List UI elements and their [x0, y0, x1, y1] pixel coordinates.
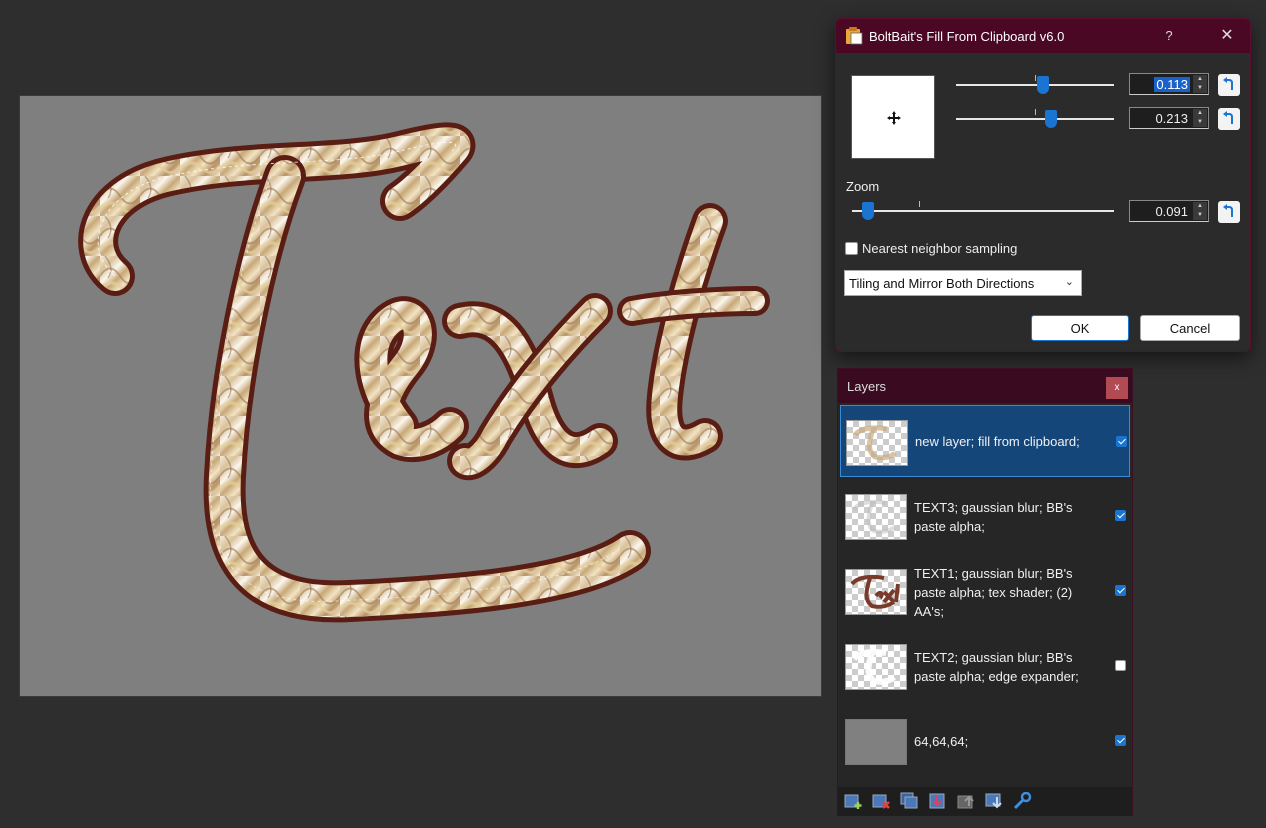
layers-title: Layers	[847, 379, 887, 394]
layers-close-button[interactable]: x	[1106, 377, 1128, 399]
layer-thumbnail	[846, 420, 908, 466]
offset-x-input[interactable]: 0.113 ▲ ▼	[1129, 73, 1209, 95]
cancel-button[interactable]: Cancel	[1140, 315, 1240, 341]
layers-title-bar[interactable]: Layers x	[838, 369, 1132, 403]
add-layer-icon[interactable]	[844, 792, 864, 810]
nearest-neighbor-label[interactable]: Nearest neighbor sampling	[862, 241, 1017, 256]
layer-name: 64,64,64;	[914, 734, 969, 749]
spin-down-icon[interactable]: ▼	[1193, 118, 1207, 127]
spin-down-icon[interactable]: ▼	[1193, 84, 1207, 93]
layers-panel: Layers x new layer; fill from clipboard;…	[837, 368, 1133, 816]
offset-x-value: 0.113	[1154, 77, 1190, 92]
reset-arrow-icon	[1223, 77, 1233, 90]
layer-name: new layer; fill from clipboard;	[915, 434, 1080, 449]
slider-center-tick	[1035, 75, 1036, 81]
zoom-label: Zoom	[846, 179, 880, 194]
nearest-neighbor-checkbox[interactable]	[845, 242, 858, 255]
offset-x-reset-button[interactable]	[1218, 74, 1240, 96]
offset-y-spinner[interactable]: ▲ ▼	[1193, 109, 1207, 127]
layer-visibility-checkbox[interactable]	[1115, 585, 1126, 596]
layer-row-new-layer[interactable]: new layer; fill from clipboard;	[840, 405, 1130, 477]
layer-row-text3[interactable]: TEXT3; gaussian blur; BB's paste alpha;	[840, 480, 1130, 552]
offset-x-slider[interactable]	[956, 75, 1114, 95]
ok-button[interactable]: OK	[1031, 315, 1129, 341]
layers-toolbar	[838, 787, 1132, 815]
zoom-reset-button[interactable]	[1218, 201, 1240, 223]
layer-thumbnail	[845, 569, 907, 615]
dialog-title: BoltBait's Fill From Clipboard v6.0	[869, 29, 1065, 44]
slider-thumb[interactable]	[1044, 110, 1057, 128]
spin-up-icon[interactable]: ▲	[1193, 202, 1207, 211]
slider-track	[852, 210, 1114, 212]
image-canvas[interactable]	[20, 96, 821, 696]
zoom-slider[interactable]	[852, 201, 1114, 221]
move-layer-down-icon[interactable]	[984, 792, 1004, 810]
layer-visibility-checkbox[interactable]	[1115, 735, 1126, 746]
layer-thumbnail	[845, 644, 907, 690]
zoom-value: 0.091	[1155, 204, 1188, 219]
fill-from-clipboard-dialog: BoltBait's Fill From Clipboard v6.0 ? ✕ …	[835, 18, 1251, 352]
offset-preview-box[interactable]	[851, 75, 935, 159]
chevron-down-icon: ⌄	[1064, 276, 1074, 288]
slider-center-tick	[1035, 109, 1036, 115]
layer-properties-icon[interactable]	[1012, 792, 1032, 810]
layer-row-text1[interactable]: TEXT1; gaussian blur; BB's paste alpha; …	[840, 555, 1130, 627]
clipboard-icon	[846, 27, 863, 45]
tiling-mode-selected: Tiling and Mirror Both Directions	[849, 276, 1035, 291]
spin-down-icon[interactable]: ▼	[1193, 211, 1207, 220]
dialog-close-button[interactable]: ✕	[1204, 19, 1250, 53]
offset-y-value: 0.213	[1155, 111, 1188, 126]
layer-visibility-checkbox[interactable]	[1115, 660, 1126, 671]
slider-thumb[interactable]	[1036, 76, 1049, 94]
layer-thumbnail	[845, 719, 907, 765]
spin-up-icon[interactable]: ▲	[1193, 75, 1207, 84]
layer-visibility-checkbox[interactable]	[1116, 436, 1127, 447]
help-button[interactable]: ?	[1154, 19, 1184, 53]
slider-track	[956, 118, 1114, 120]
move-layer-up-icon[interactable]	[956, 792, 976, 810]
offset-y-slider[interactable]	[956, 109, 1114, 129]
reset-arrow-icon	[1223, 204, 1233, 217]
spin-up-icon[interactable]: ▲	[1193, 109, 1207, 118]
dialog-title-bar[interactable]: BoltBait's Fill From Clipboard v6.0 ? ✕	[836, 19, 1250, 53]
layer-row-background[interactable]: 64,64,64;	[840, 705, 1130, 777]
layer-name: TEXT2; gaussian blur; BB's paste alpha; …	[914, 650, 1079, 684]
move-cross-icon	[887, 111, 901, 125]
layer-name: TEXT3; gaussian blur; BB's paste alpha;	[914, 500, 1073, 534]
merge-down-icon[interactable]	[928, 792, 948, 810]
reset-arrow-icon	[1223, 111, 1233, 124]
layer-thumbnail	[845, 494, 907, 540]
layer-row-text2[interactable]: TEXT2; gaussian blur; BB's paste alpha; …	[840, 630, 1130, 702]
layer-name: TEXT1; gaussian blur; BB's paste alpha; …	[914, 566, 1073, 619]
offset-y-reset-button[interactable]	[1218, 108, 1240, 130]
canvas-artwork	[78, 122, 770, 623]
offset-x-spinner[interactable]: ▲ ▼	[1193, 75, 1207, 93]
tiling-mode-dropdown[interactable]: Tiling and Mirror Both Directions ⌄	[844, 270, 1082, 296]
layer-visibility-checkbox[interactable]	[1115, 510, 1126, 521]
duplicate-layer-icon[interactable]	[900, 792, 920, 810]
slider-track	[956, 84, 1114, 86]
slider-tick	[919, 201, 920, 207]
zoom-spinner[interactable]: ▲ ▼	[1193, 202, 1207, 220]
zoom-input[interactable]: 0.091 ▲ ▼	[1129, 200, 1209, 222]
slider-thumb[interactable]	[861, 202, 874, 220]
offset-y-input[interactable]: 0.213 ▲ ▼	[1129, 107, 1209, 129]
delete-layer-icon[interactable]	[872, 792, 892, 810]
